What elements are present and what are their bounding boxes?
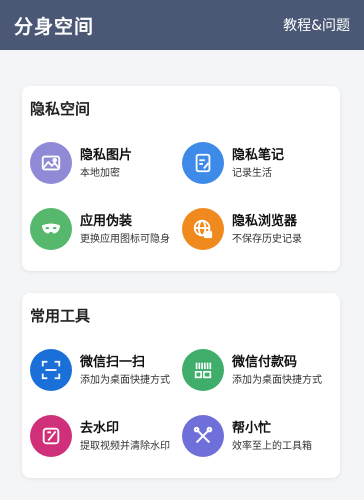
private-browser-item[interactable]: 隐私浏览器 不保存历史记录 <box>182 208 332 252</box>
section-title: 隐私空间 <box>30 100 91 118</box>
item-subtitle: 效率至上的工具箱 <box>232 441 312 452</box>
item-title: 隐私笔记 <box>232 148 285 163</box>
tools-icon <box>182 415 224 457</box>
item-title: 微信扫一扫 <box>80 355 146 370</box>
scan-icon <box>30 349 72 391</box>
item-subtitle: 本地加密 <box>80 168 120 179</box>
item-subtitle: 更换应用图标可隐身 <box>80 234 170 245</box>
mask-icon <box>30 208 72 250</box>
item-title: 去水印 <box>80 421 120 436</box>
item-subtitle: 添加为桌面快捷方式 <box>80 375 170 386</box>
help-link[interactable]: 教程&问题 <box>283 15 350 35</box>
private-photos-item[interactable]: 隐私图片 本地加密 <box>30 142 180 186</box>
image-icon <box>30 142 72 184</box>
note-icon <box>182 142 224 184</box>
globe-lock-icon <box>182 208 224 250</box>
privacy-space-card: 隐私空间 隐私图片 本地加密 隐私笔记 记录生活 应用伪装 更换应用图标可隐身 … <box>22 86 340 271</box>
common-tools-card: 常用工具 微信扫一扫 添加为桌面快捷方式 微信付款码 添加为桌面快捷方式 去水印… <box>22 293 340 478</box>
item-subtitle: 添加为桌面快捷方式 <box>232 375 322 386</box>
item-title: 应用伪装 <box>80 214 133 229</box>
wechat-scan-item[interactable]: 微信扫一扫 添加为桌面快捷方式 <box>30 349 180 393</box>
app-title: 分身空间 <box>14 15 95 38</box>
item-subtitle: 不保存历史记录 <box>232 234 302 245</box>
wechat-pay-code-item[interactable]: 微信付款码 添加为桌面快捷方式 <box>182 349 332 393</box>
barcode-icon <box>182 349 224 391</box>
item-title: 微信付款码 <box>232 355 298 370</box>
item-title: 隐私图片 <box>80 148 133 163</box>
item-subtitle: 提取视频并清除水印 <box>80 441 170 452</box>
app-disguise-item[interactable]: 应用伪装 更换应用图标可隐身 <box>30 208 180 252</box>
watermark-icon <box>30 415 72 457</box>
section-title: 常用工具 <box>30 307 91 325</box>
item-subtitle: 记录生活 <box>232 168 272 179</box>
app-header: 分身空间 教程&问题 <box>0 0 364 50</box>
private-notes-item[interactable]: 隐私笔记 记录生活 <box>182 142 332 186</box>
item-title: 隐私浏览器 <box>232 214 298 229</box>
helper-tools-item[interactable]: 帮小忙 效率至上的工具箱 <box>182 415 332 459</box>
item-title: 帮小忙 <box>232 421 272 436</box>
remove-watermark-item[interactable]: 去水印 提取视频并清除水印 <box>30 415 180 459</box>
